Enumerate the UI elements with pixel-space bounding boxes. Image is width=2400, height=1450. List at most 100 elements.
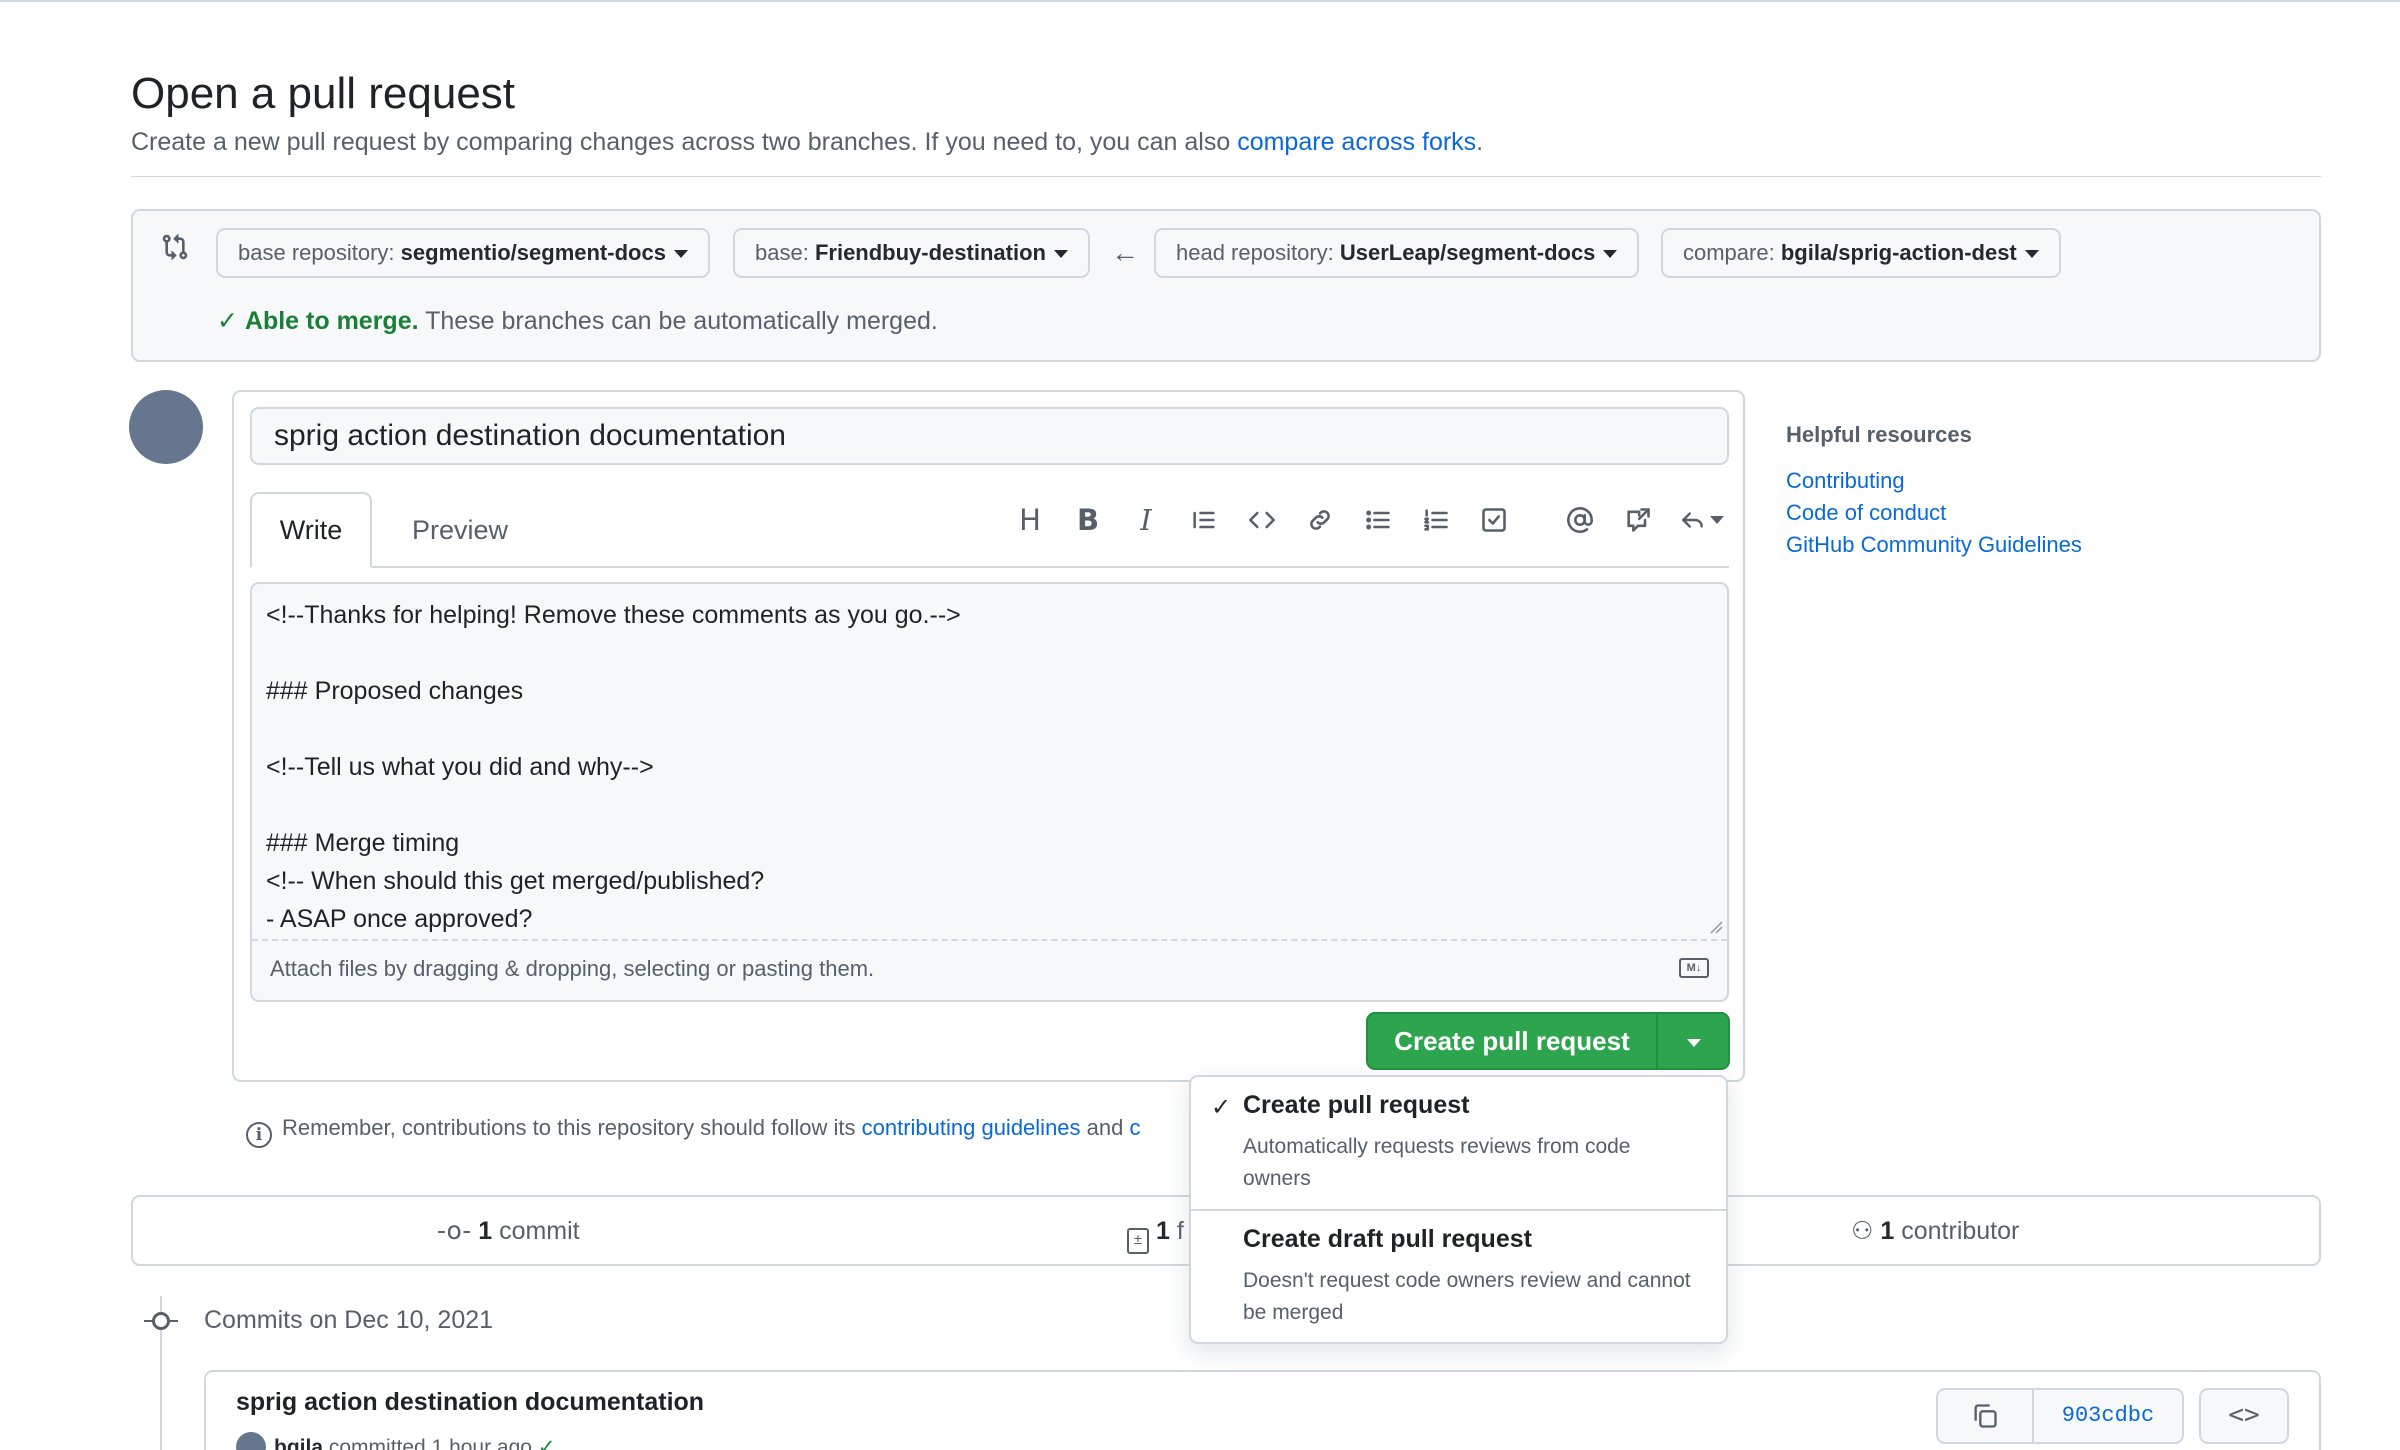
people-icon: ⚇	[1851, 1216, 1874, 1245]
check-icon: ✓	[217, 306, 238, 335]
reminder-text: Remember, contributions to this reposito…	[282, 1115, 862, 1140]
base-repository-value: segmentio/segment-docs	[400, 240, 666, 265]
caret-down-icon	[1603, 250, 1618, 259]
info-icon: i	[246, 1122, 272, 1148]
author-avatar[interactable]	[236, 1432, 266, 1450]
code-of-conduct-link[interactable]: Code of conduct	[1786, 500, 1946, 526]
reminder-middle: and	[1080, 1115, 1130, 1140]
contributors-count: 1	[1880, 1217, 1895, 1245]
unordered-list-icon[interactable]	[1358, 500, 1398, 540]
commit-time: committed 1 hour ago	[328, 1436, 532, 1450]
mention-icon[interactable]	[1560, 500, 1600, 540]
task-list-icon[interactable]	[1474, 500, 1514, 540]
files-count: 1	[1155, 1217, 1170, 1245]
ordered-list-icon[interactable]	[1416, 500, 1456, 540]
attach-files-hint[interactable]: Attach files by dragging & dropping, sel…	[270, 956, 874, 982]
attach-divider	[252, 939, 1727, 941]
compare-branch-value: bgila/sprig-action-dest	[1780, 240, 2017, 265]
base-branch-select[interactable]: base: Friendbuy-destination	[733, 228, 1090, 278]
merge-status-text: These branches can be automatically merg…	[425, 307, 938, 335]
menu-item-create-pull-request[interactable]: ✓ Create pull request Automatically requ…	[1191, 1077, 1726, 1209]
italic-icon[interactable]: I	[1126, 500, 1166, 540]
heading-icon[interactable]: H	[1010, 500, 1050, 540]
caret-down-icon	[1053, 250, 1068, 259]
files-summary[interactable]: ± 1 f	[1127, 1215, 1184, 1254]
commits-count: 1	[478, 1217, 493, 1245]
commit-sha-link[interactable]: 903cdbc	[2034, 1390, 2182, 1442]
top-border	[0, 0, 2400, 2]
commits-label: commit	[499, 1217, 580, 1245]
menu-item-description: Automatically requests reviews from code…	[1243, 1135, 1631, 1190]
merge-ok-label: Able to merge.	[244, 307, 419, 335]
compare-branch-label: compare:	[1683, 240, 1775, 265]
contributors-summary[interactable]: ⚇ 1 contributor	[1851, 1215, 2019, 1247]
code-of-conduct-inline-link[interactable]: c	[1129, 1115, 1140, 1140]
caret-down-icon	[2024, 250, 2039, 259]
caret-down-icon	[1710, 516, 1724, 524]
caret-down-icon	[1687, 1039, 1701, 1047]
git-compare-icon	[162, 234, 188, 260]
tab-write[interactable]: Write	[250, 492, 372, 568]
page-title: Open a pull request	[131, 69, 516, 118]
helpful-resources-heading: Helpful resources	[1786, 422, 1972, 447]
files-label: f	[1176, 1217, 1184, 1245]
menu-item-create-draft-pull-request[interactable]: Create draft pull request Doesn't reques…	[1191, 1211, 1726, 1343]
create-pr-options-menu: ✓ Create pull request Automatically requ…	[1189, 1075, 1728, 1344]
browse-repository-button[interactable]: <>	[2199, 1388, 2289, 1444]
cross-reference-icon[interactable]	[1618, 500, 1658, 540]
code-icon: <>	[2228, 1400, 2260, 1430]
commits-summary[interactable]: -o- 1 commit	[437, 1215, 580, 1247]
code-icon[interactable]	[1242, 500, 1282, 540]
avatar	[129, 390, 203, 464]
resize-handle-icon[interactable]	[1709, 920, 1723, 934]
contribution-reminder: i Remember, contributions to this reposit…	[246, 1113, 1140, 1148]
base-branch-value: Friendbuy-destination	[814, 240, 1046, 265]
subtitle-text: Create a new pull request by comparing c…	[131, 128, 1238, 156]
check-icon: ✓	[1211, 1093, 1232, 1121]
link-icon[interactable]	[1300, 500, 1340, 540]
contributing-link[interactable]: Contributing	[1786, 468, 1905, 494]
git-commit-icon	[152, 1312, 170, 1330]
page-subtitle: Create a new pull request by comparing c…	[131, 126, 1483, 158]
tab-preview[interactable]: Preview	[392, 492, 528, 568]
create-options-dropdown-button[interactable]	[1656, 1012, 1730, 1070]
arrow-left-icon: ←	[1111, 237, 1139, 268]
head-repository-value: UserLeap/segment-docs	[1339, 240, 1596, 265]
commit-title-link[interactable]: sprig action destination documentation	[236, 1388, 704, 1417]
pr-title-input[interactable]	[250, 407, 1729, 465]
head-repository-label: head repository:	[1176, 240, 1334, 265]
copy-sha-button[interactable]	[1938, 1390, 2034, 1442]
menu-item-title: Create draft pull request	[1243, 1225, 1532, 1253]
git-commit-icon: -o-	[437, 1216, 472, 1245]
base-repository-select[interactable]: base repository: segmentio/segment-docs	[216, 228, 710, 278]
pr-body-textarea[interactable]: <!--Thanks for helping! Remove these com…	[250, 582, 1729, 1002]
compare-across-forks-link[interactable]: compare across forks	[1237, 128, 1476, 156]
quote-icon[interactable]	[1184, 500, 1224, 540]
base-repository-label: base repository:	[238, 240, 395, 265]
commits-date-heading: Commits on Dec 10, 2021	[204, 1306, 494, 1334]
pull-request-form: Write Preview H B I <!--Thanks for helpi…	[232, 390, 1745, 1082]
commit-list-item: sprig action destination documentation b…	[204, 1370, 2321, 1450]
base-branch-label: base:	[755, 240, 809, 265]
bold-icon[interactable]: B	[1068, 500, 1108, 540]
caret-down-icon	[673, 250, 688, 259]
range-editor: base repository: segmentio/segment-docs …	[131, 209, 2321, 362]
menu-item-title: Create pull request	[1243, 1091, 1470, 1119]
create-pull-request-button[interactable]: Create pull request	[1366, 1012, 1658, 1070]
reply-icon[interactable]	[1676, 500, 1728, 540]
pr-body-text: <!--Thanks for helping! Remove these com…	[266, 601, 961, 933]
contributing-guidelines-link[interactable]: contributing guidelines	[862, 1115, 1081, 1140]
contributors-label: contributor	[1901, 1217, 2020, 1245]
commit-sha-group: 903cdbc	[1936, 1388, 2184, 1444]
subtitle-suffix: .	[1476, 128, 1484, 156]
commit-meta: bgila committed 1 hour ago ✓	[236, 1432, 555, 1450]
commit-author[interactable]: bgila	[274, 1436, 323, 1450]
head-repository-select[interactable]: head repository: UserLeap/segment-docs	[1154, 228, 1640, 278]
check-icon[interactable]: ✓	[538, 1435, 556, 1450]
compare-branch-select[interactable]: compare: bgila/sprig-action-dest	[1661, 228, 2061, 278]
markdown-icon[interactable]: M↓	[1679, 958, 1709, 978]
file-diff-icon: ±	[1127, 1228, 1149, 1254]
menu-item-description: Doesn't request code owners review and c…	[1243, 1269, 1691, 1324]
copy-icon	[1974, 1404, 1997, 1428]
community-guidelines-link[interactable]: GitHub Community Guidelines	[1786, 532, 2082, 558]
